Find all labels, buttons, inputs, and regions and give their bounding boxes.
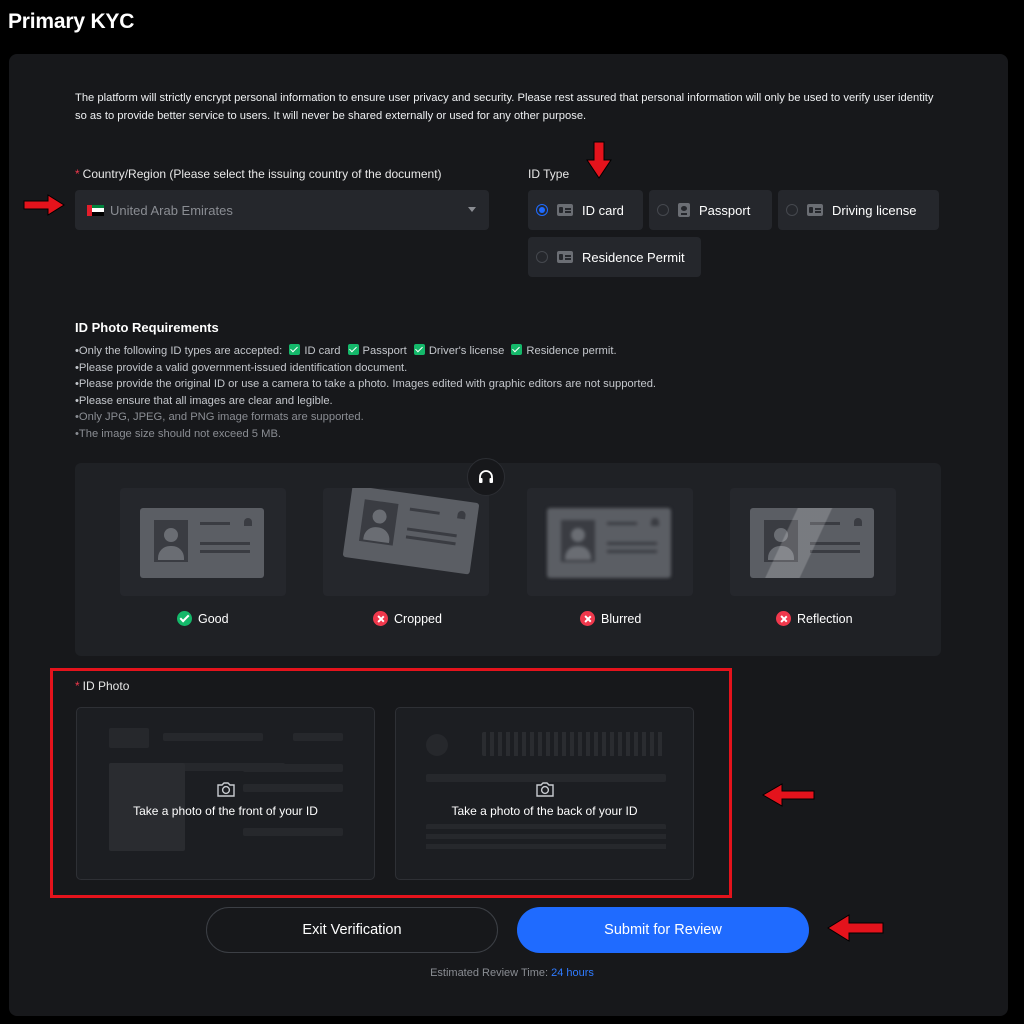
example-cropped-label: Cropped (373, 611, 442, 626)
id-photo-label: * ID Photo (75, 679, 130, 693)
page-title: Primary KYC (8, 10, 135, 33)
example-cropped-image (323, 488, 489, 596)
annotation-arrow-down-icon (586, 141, 612, 179)
example-blurred-label: Blurred (580, 611, 641, 626)
example-reflection-image (730, 488, 896, 596)
example-reflection-label: Reflection (776, 611, 853, 626)
check-circle-icon (177, 611, 192, 626)
checkbox-checked-icon (413, 344, 425, 355)
radio-icon (657, 204, 669, 216)
example-blurred-image (527, 488, 693, 596)
estimated-review-time: Estimated Review Time: 24 hours (430, 967, 594, 979)
radio-selected-icon (536, 204, 548, 216)
camera-icon (216, 782, 235, 797)
requirement-accepted-types: •Only the following ID types are accepte… (75, 344, 617, 357)
x-circle-icon (373, 611, 388, 626)
review-time-value: 24 hours (551, 967, 594, 979)
support-headset-button[interactable] (467, 458, 505, 496)
id-type-option-driving-license[interactable]: Driving license (778, 190, 939, 230)
x-circle-icon (776, 611, 791, 626)
country-value: United Arab Emirates (110, 202, 233, 218)
id-type-option-label: Passport (699, 202, 751, 218)
required-mark: * (75, 167, 80, 181)
residence-permit-icon (557, 251, 573, 263)
required-mark: * (75, 679, 80, 693)
headset-icon (479, 470, 493, 483)
example-good-label: Good (177, 611, 229, 626)
requirements-title: ID Photo Requirements (75, 320, 219, 335)
id-type-option-label: Driving license (832, 202, 917, 218)
id-type-option-residence-permit[interactable]: Residence Permit (528, 237, 701, 277)
radio-icon (536, 251, 548, 263)
requirement-line: •Please provide the original ID or use a… (75, 378, 657, 391)
upload-back-id[interactable]: Take a photo of the back of your ID (395, 707, 694, 880)
uae-flag-icon (87, 204, 104, 216)
upload-front-id[interactable]: Take a photo of the front of your ID (76, 707, 375, 880)
chevron-down-icon (468, 207, 476, 212)
requirements-list: •Only the following ID types are accepte… (75, 343, 656, 443)
id-type-option-passport[interactable]: Passport (649, 190, 772, 230)
requirement-line: •The image size should not exceed 5 MB. (75, 427, 282, 440)
country-label: * Country/Region (Please select the issui… (75, 167, 442, 181)
x-circle-icon (580, 611, 595, 626)
id-type-option-id-card[interactable]: ID card (528, 190, 643, 230)
example-good-image (120, 488, 286, 596)
upload-back-text: Take a photo of the back of your ID (451, 804, 638, 818)
id-type-option-label: ID card (582, 202, 624, 218)
id-card-icon (557, 204, 573, 216)
requirement-line: •Please provide a valid government-issue… (75, 361, 408, 374)
id-type-label: ID Type (528, 167, 570, 181)
privacy-notice: The platform will strictly encrypt perso… (75, 92, 934, 122)
driving-license-icon (807, 204, 823, 216)
annotation-arrow-left-icon (827, 914, 884, 942)
radio-icon (786, 204, 798, 216)
annotation-arrow-right-icon (23, 194, 65, 216)
checkbox-checked-icon (289, 344, 301, 355)
requirement-line: •Please ensure that all images are clear… (75, 394, 333, 407)
checkbox-checked-icon (347, 344, 359, 355)
exit-verification-button[interactable]: Exit Verification (206, 907, 498, 953)
requirement-line: •Only JPG, JPEG, and PNG image formats a… (75, 411, 364, 424)
camera-icon (535, 782, 554, 797)
passport-icon (678, 203, 690, 217)
country-label-text: Country/Region (Please select the issuin… (82, 167, 442, 181)
country-select[interactable]: United Arab Emirates (75, 190, 489, 230)
submit-for-review-button[interactable]: Submit for Review (517, 907, 809, 953)
checkbox-checked-icon (511, 344, 523, 355)
id-type-option-label: Residence Permit (582, 249, 685, 265)
annotation-arrow-left-icon (762, 783, 815, 807)
upload-front-text: Take a photo of the front of your ID (133, 804, 318, 818)
